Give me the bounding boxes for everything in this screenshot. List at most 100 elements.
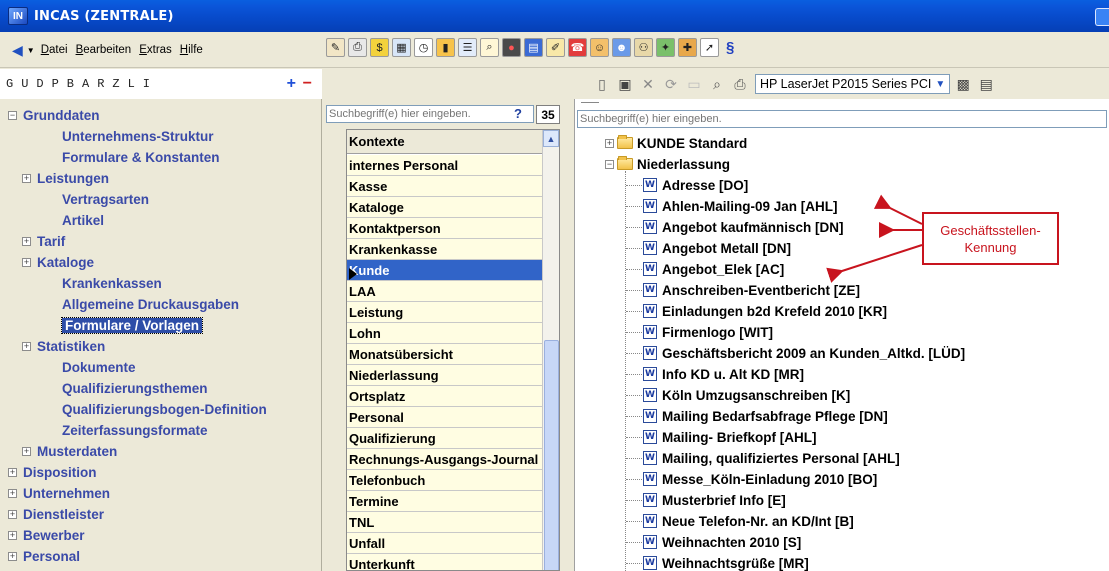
tree-document-item[interactable]: W Einladungen b2d Krefeld 2010 [KR] — [643, 301, 887, 321]
expand-icon[interactable]: + — [22, 236, 31, 246]
sidebar-item-allgemeine-druckausgaben[interactable]: Allgemeine Druckausgaben — [62, 294, 239, 314]
tools-icon[interactable]: ✚ — [678, 38, 697, 57]
tree-document-item[interactable]: W Köln Umzugsanschreiben [K] — [643, 385, 850, 405]
sidebar-item-auszubildende-praktikanten[interactable]: +Auszubildende & Praktikanten — [8, 567, 217, 571]
notes-icon[interactable]: ✐ — [546, 38, 565, 57]
nav-letters[interactable]: GUDPBARZLI — [6, 77, 158, 91]
sidebar-item-musterdaten[interactable]: + Musterdaten — [22, 441, 117, 461]
table-row[interactable]: Leistung — [347, 302, 543, 323]
menu-item-bearbeiten[interactable]: Bearbeiten — [76, 44, 132, 56]
sidebar-item-qualifizierungsthemen[interactable]: Qualifizierungsthemen — [62, 378, 208, 398]
table-row[interactable]: Monatsübersicht — [347, 344, 543, 365]
sidebar-item-zeiterfassungsformate[interactable]: Zeiterfassungsformate — [62, 420, 208, 440]
sidebar-item-disposition[interactable]: + Disposition — [8, 462, 97, 482]
help-icon[interactable]: ? — [514, 106, 522, 121]
sidebar-item-personal[interactable]: + Personal — [8, 546, 80, 566]
sidebar-item-vertragsarten[interactable]: Vertragsarten — [62, 189, 149, 209]
expand-icon[interactable]: + — [22, 446, 31, 456]
tree-folder-kunde-standard[interactable]: + KUNDE Standard — [605, 133, 747, 153]
expand-icon[interactable]: + — [8, 530, 17, 540]
printer-select[interactable]: HP LaserJet P2015 Series PCI ▼ — [755, 74, 951, 94]
table-row[interactable]: Ortsplatz — [347, 386, 543, 407]
sidebar-item-unternehmens-struktur[interactable]: Unternehmens-Struktur — [62, 126, 214, 146]
tree-folder-niederlassung[interactable]: − Niederlassung — [605, 154, 730, 174]
sidebar-item-tarif[interactable]: + Tarif — [22, 231, 65, 251]
table-row[interactable]: Kasse — [347, 176, 543, 197]
sidebar-item-formulare-vorlagen[interactable]: Formulare / Vorlagen — [60, 315, 204, 335]
table-row[interactable]: Unterkunft — [347, 554, 543, 570]
expand-icon[interactable]: + — [8, 488, 17, 498]
minimize-button[interactable] — [1095, 8, 1109, 26]
sidebar-item-grunddaten[interactable]: − Grunddaten — [8, 105, 100, 125]
expand-icon[interactable]: + — [22, 257, 31, 267]
sidebar-item-krankenkassen[interactable]: Krankenkassen — [62, 273, 162, 293]
tree-document-item[interactable]: W Geschäftsbericht 2009 an Kunden_Altkd. … — [643, 343, 965, 363]
table-row[interactable]: Lohn — [347, 323, 543, 344]
list-icon[interactable]: ☰ — [458, 38, 477, 57]
table-row[interactable]: Niederlassung — [347, 365, 543, 386]
tree-document-item[interactable]: W Messe_Köln-Einladung 2010 [BO] — [643, 469, 877, 489]
tree-document-item[interactable]: W Mailing, qualifiziertes Personal [AHL] — [643, 448, 900, 468]
table-row[interactable]: LAA — [347, 281, 543, 302]
puzzle-icon[interactable]: ✦ — [656, 38, 675, 57]
sidebar-item-statistiken[interactable]: + Statistiken — [22, 336, 105, 356]
sidebar-item-formulare-konstanten[interactable]: Formulare & Konstanten — [62, 147, 220, 167]
chevron-down-icon[interactable]: ▼ — [935, 79, 945, 90]
tree-document-item[interactable]: W Angebot_Elek [AC] — [643, 259, 784, 279]
phone-icon[interactable]: ☎ — [568, 38, 587, 57]
table-row[interactable]: Krankenkasse — [347, 239, 543, 260]
expand-icon[interactable]: + — [8, 467, 17, 477]
refresh-icon[interactable]: ⟳ — [661, 74, 681, 94]
tree-document-item[interactable]: W Anschreiben-Eventbericht [ZE] — [643, 280, 860, 300]
tree-document-item[interactable]: W Info KD u. Alt KD [MR] — [643, 364, 804, 384]
paragraph-icon[interactable]: § — [726, 39, 734, 56]
clock-icon[interactable]: ◷ — [414, 38, 433, 57]
open-folder-icon[interactable]: ▭ — [684, 74, 704, 94]
expand-icon[interactable]: + — [22, 341, 31, 351]
persons-icon[interactable]: ☻ — [612, 38, 631, 57]
table-row[interactable]: Kataloge — [347, 197, 543, 218]
tree-document-item[interactable]: W Adresse [DO] — [643, 175, 748, 195]
sidebar-item-leistungen[interactable]: + Leistungen — [22, 168, 109, 188]
grid-header-kontexte[interactable]: Kontexte — [347, 130, 543, 154]
tree-document-item[interactable]: W Weihnachten 2010 [S] — [643, 532, 801, 552]
template-search-input[interactable] — [577, 110, 1107, 128]
calendar-icon[interactable]: ▦ — [392, 38, 411, 57]
printer-settings-icon[interactable]: ▩ — [953, 74, 973, 94]
collapse-all-icon[interactable]: − — [303, 75, 312, 93]
tree-document-item[interactable]: W Angebot kaufmännisch [DN] — [643, 217, 844, 237]
chart-icon[interactable]: ▮ — [436, 38, 455, 57]
tree-document-item[interactable]: W Weihnachtsgrüße [MR] — [643, 553, 809, 571]
table-row[interactable]: TNL — [347, 512, 543, 533]
coin-icon[interactable]: $ — [370, 38, 389, 57]
sidebar-item-kataloge[interactable]: + Kataloge — [22, 252, 94, 272]
print-icon[interactable]: ⎙ — [348, 38, 367, 57]
table-row[interactable]: Kunde — [347, 260, 543, 281]
sidebar-item-dienstleister[interactable]: + Dienstleister — [8, 504, 104, 524]
tree-document-item[interactable]: W Musterbrief Info [E] — [643, 490, 786, 510]
scroll-thumb[interactable] — [544, 340, 559, 570]
expand-icon[interactable]: + — [22, 173, 31, 183]
back-arrow-icon[interactable]: ◀ — [12, 42, 23, 59]
table-row[interactable]: Telefonbuch — [347, 470, 543, 491]
menu-item-hilfe[interactable]: Hilfe — [180, 44, 203, 56]
sidebar-item-unternehmen[interactable]: + Unternehmen — [8, 483, 110, 503]
printer-icon[interactable]: ⎙ — [730, 74, 750, 94]
group-icon[interactable]: ⚇ — [634, 38, 653, 57]
new-document-icon[interactable]: ▯ — [592, 74, 612, 94]
sidebar-item-dokumente[interactable]: Dokumente — [62, 357, 136, 377]
grid-scrollbar[interactable]: ▲ — [542, 130, 559, 570]
book-icon[interactable]: ▤ — [524, 38, 543, 57]
dropdown-arrow-icon[interactable]: ▼ — [27, 46, 35, 55]
table-row[interactable]: Rechnungs-Ausgangs-Journal — [347, 449, 543, 470]
table-row[interactable]: Qualifizierung — [347, 428, 543, 449]
tree-document-item[interactable]: W Firmenlogo [WIT] — [643, 322, 773, 342]
menu-item-datei[interactable]: Datei — [41, 44, 68, 56]
tree-document-item[interactable]: W Ahlen-Mailing-09 Jan [AHL] — [643, 196, 838, 216]
sidebar-item-qualifizierungsbogen-definition[interactable]: Qualifizierungsbogen-Definition — [62, 399, 267, 419]
table-row[interactable]: Termine — [347, 491, 543, 512]
export-icon[interactable]: ➚ — [700, 38, 719, 57]
menu-item-extras[interactable]: Extras — [139, 44, 172, 56]
search-doc-icon[interactable]: ⌕ — [480, 38, 499, 57]
sidebar-item-artikel[interactable]: Artikel — [62, 210, 104, 230]
